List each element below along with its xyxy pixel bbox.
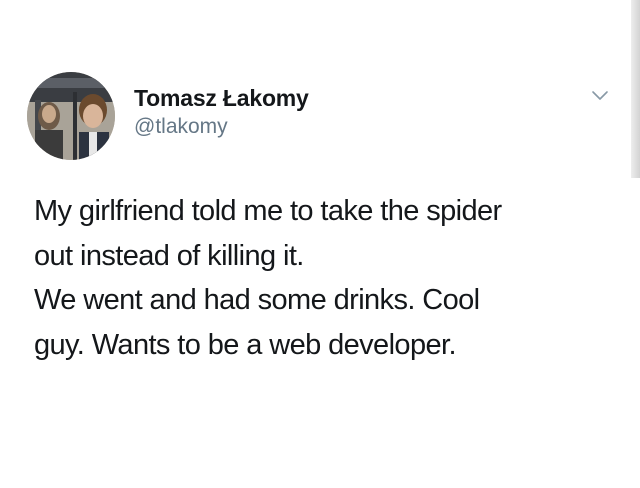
tweet-text-line: guy. Wants to be a web developer. xyxy=(34,328,457,361)
author-handle[interactable]: @tlakomy xyxy=(134,115,228,139)
author-display-name[interactable]: Tomasz Łakomy xyxy=(134,85,309,112)
chevron-down-icon[interactable] xyxy=(590,87,610,103)
avatar-photo-icon xyxy=(27,72,115,160)
scroll-edge xyxy=(631,0,640,178)
tweet-text-line: out instead of killing it. xyxy=(34,239,304,272)
tweet-text: My girlfriend told me to take the spider… xyxy=(34,189,604,367)
tweet-text-line: My girlfriend told me to take the spider xyxy=(34,195,502,227)
tweet-text-line: We went and had some drinks. Cool xyxy=(34,284,480,316)
author-avatar[interactable] xyxy=(27,72,115,160)
tweet-card: Tomasz Łakomy @tlakomy My girlfriend tol… xyxy=(0,0,640,488)
